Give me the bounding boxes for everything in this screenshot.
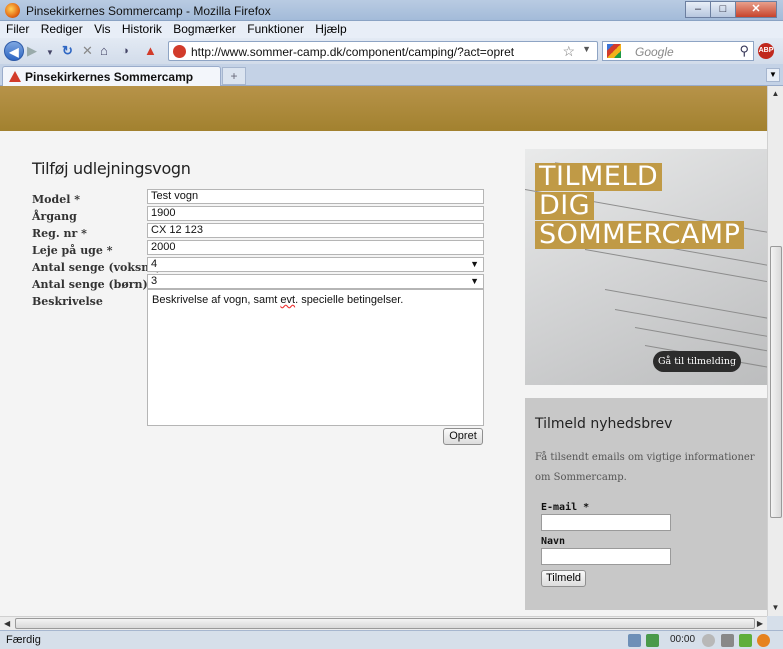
url-dropdown-icon[interactable]: ▼ bbox=[582, 44, 591, 54]
child-beds-select[interactable]: 3 ▼ bbox=[147, 274, 484, 289]
description-text-end: . specielle betingelser. bbox=[295, 294, 404, 306]
adult-beds-value: 4 bbox=[151, 258, 158, 270]
model-input[interactable]: Test vogn bbox=[147, 189, 484, 204]
menu-hjaelp[interactable]: Hjælp bbox=[315, 21, 346, 38]
year-input[interactable]: 1900 bbox=[147, 206, 484, 221]
tab-bar: Pinsekirkernes Sommercamp + ▼ bbox=[0, 64, 783, 86]
weekly-rent-input[interactable]: 2000 bbox=[147, 240, 484, 255]
menu-vis[interactable]: Vis bbox=[94, 21, 110, 38]
signup-promo-image[interactable]: ⎯⎯⎯⎯⎯ TILMELD DIG SOMMERCAMP Gå til tilm… bbox=[525, 149, 767, 385]
form-line bbox=[604, 289, 767, 322]
tab-title[interactable]: Pinsekirkernes Sommercamp bbox=[25, 70, 193, 84]
monitor-icon[interactable] bbox=[646, 634, 659, 647]
promo-line-dig: DIG bbox=[535, 192, 595, 220]
model-label: Model * bbox=[32, 193, 80, 206]
url-text[interactable]: http://www.sommer-camp.dk/component/camp… bbox=[191, 45, 514, 59]
window-controls: – □ ✕ bbox=[685, 1, 777, 18]
menu-funktioner[interactable]: Funktioner bbox=[247, 21, 304, 38]
header-banner bbox=[0, 86, 767, 131]
search-bar[interactable]: Google ⚲ bbox=[602, 41, 754, 61]
home-button[interactable]: ⌂ bbox=[100, 42, 108, 60]
form-line bbox=[584, 249, 767, 285]
close-button[interactable]: ✕ bbox=[735, 1, 777, 18]
child-beds-label: Antal senge (børn) bbox=[32, 278, 148, 291]
reg-nr-label: Reg. nr * bbox=[32, 227, 87, 240]
forward-button[interactable]: ▶ bbox=[27, 42, 37, 60]
google-search-engine-icon[interactable] bbox=[607, 44, 621, 58]
back-button[interactable]: ◀ bbox=[4, 41, 24, 61]
promo-line-sommercamp: SOMMERCAMP bbox=[535, 221, 745, 249]
scroll-left-icon[interactable]: ◀ bbox=[4, 617, 10, 630]
description-label: Beskrivelse bbox=[32, 295, 103, 308]
menu-rediger[interactable]: Rediger bbox=[41, 21, 83, 38]
description-misspelled-word: evt bbox=[280, 294, 296, 306]
chevron-down-icon[interactable]: ▼ bbox=[470, 258, 479, 271]
scroll-right-icon[interactable]: ▶ bbox=[757, 617, 763, 630]
create-button[interactable]: Opret bbox=[443, 428, 483, 445]
tab-sommercamp[interactable]: Pinsekirkernes Sommercamp bbox=[2, 66, 221, 86]
minimize-button[interactable]: – bbox=[685, 1, 711, 18]
tool-icon[interactable] bbox=[721, 634, 734, 647]
status-bar: Færdig 00:00 bbox=[0, 630, 783, 649]
description-textarea[interactable]: Beskrivelse af vogn, samt evt. specielle… bbox=[147, 289, 484, 426]
scroll-up-icon[interactable]: ▲ bbox=[768, 86, 783, 102]
reload-button[interactable]: ↻ bbox=[62, 42, 73, 60]
search-icon[interactable]: ⚲ bbox=[739, 43, 749, 59]
go-to-signup-button[interactable]: Gå til tilmelding bbox=[653, 351, 741, 372]
subscribe-button[interactable]: Tilmeld bbox=[541, 570, 586, 587]
vertical-scroll-thumb[interactable] bbox=[770, 246, 782, 518]
newsletter-title: Tilmeld nyhedsbrev bbox=[535, 416, 673, 432]
name-label: Navn bbox=[541, 536, 566, 547]
email-field[interactable] bbox=[541, 514, 671, 531]
download-arrow-icon[interactable] bbox=[739, 634, 752, 647]
menu-bar: Filer Rediger Vis Historik Bogmærker Fun… bbox=[0, 21, 783, 38]
status-time: 00:00 bbox=[670, 634, 696, 645]
page-content: Tilføj udlejningsvogn Model * Test vogn … bbox=[0, 86, 767, 616]
menu-historik[interactable]: Historik bbox=[122, 21, 162, 38]
circle-icon[interactable] bbox=[702, 634, 715, 647]
page-favicon-icon bbox=[173, 45, 186, 58]
identity-icon[interactable]: ◑ bbox=[122, 42, 129, 60]
reg-nr-input[interactable]: CX 12 123 bbox=[147, 223, 484, 238]
bookmark-star-icon[interactable]: ☆ bbox=[562, 43, 575, 60]
site-favicon: ▲ bbox=[144, 43, 157, 58]
firefox-icon bbox=[5, 3, 20, 18]
adult-beds-select[interactable]: 4 ▼ bbox=[147, 257, 484, 272]
adblock-icon[interactable]: ABP bbox=[758, 43, 774, 59]
browser-window: Pinsekirkernes Sommercamp - Mozilla Fire… bbox=[0, 0, 783, 649]
form-line bbox=[634, 327, 767, 355]
adult-beds-label: Antal senge (voksne) bbox=[32, 261, 162, 274]
history-dropdown-icon[interactable]: ▼ bbox=[46, 44, 54, 62]
addon-icon[interactable] bbox=[757, 634, 770, 647]
menu-bogmaerker[interactable]: Bogmærker bbox=[173, 21, 236, 38]
newsletter-box: Tilmeld nyhedsbrev Få tilsendt emails om… bbox=[525, 398, 767, 610]
horizontal-scrollbar[interactable]: ◀ ▶ bbox=[0, 616, 767, 630]
horizontal-scroll-thumb[interactable] bbox=[15, 618, 755, 629]
weekly-rent-label: Leje på uge * bbox=[32, 244, 113, 257]
description-text-start: Beskrivelse af vogn, samt bbox=[152, 294, 281, 306]
name-field[interactable] bbox=[541, 548, 671, 565]
chevron-down-icon[interactable]: ▼ bbox=[470, 275, 479, 288]
year-label: Årgang bbox=[32, 210, 77, 223]
stop-button[interactable]: ✕ bbox=[82, 42, 93, 60]
new-tab-button[interactable]: + bbox=[222, 67, 246, 85]
address-bar[interactable]: http://www.sommer-camp.dk/component/camp… bbox=[168, 41, 598, 61]
email-label: E-mail * bbox=[541, 502, 590, 513]
search-placeholder[interactable]: Google bbox=[635, 45, 674, 59]
newsletter-description: Få tilsendt emails om vigtige informatio… bbox=[535, 452, 755, 483]
tab-list-dropdown-icon[interactable]: ▼ bbox=[766, 68, 780, 82]
child-beds-value: 3 bbox=[151, 275, 158, 287]
title-bar: Pinsekirkernes Sommercamp - Mozilla Fire… bbox=[0, 0, 783, 21]
tab-favicon-icon bbox=[9, 71, 21, 82]
vertical-scrollbar[interactable]: ▲ ▼ bbox=[767, 86, 783, 616]
screenshot-icon[interactable] bbox=[628, 634, 641, 647]
menu-filer[interactable]: Filer bbox=[6, 21, 29, 38]
maximize-button[interactable]: □ bbox=[710, 1, 736, 18]
promo-line-tilmeld: TILMELD bbox=[535, 163, 663, 191]
status-text: Færdig bbox=[6, 634, 41, 646]
scroll-down-icon[interactable]: ▼ bbox=[768, 600, 783, 616]
navigation-toolbar: ◀ ▶ ▼ ↻ ✕ ⌂ ◑ ▲ http://www.sommer-camp.d… bbox=[0, 38, 783, 64]
page-title: Tilføj udlejningsvogn bbox=[32, 159, 191, 178]
window-title: Pinsekirkernes Sommercamp - Mozilla Fire… bbox=[26, 4, 271, 18]
